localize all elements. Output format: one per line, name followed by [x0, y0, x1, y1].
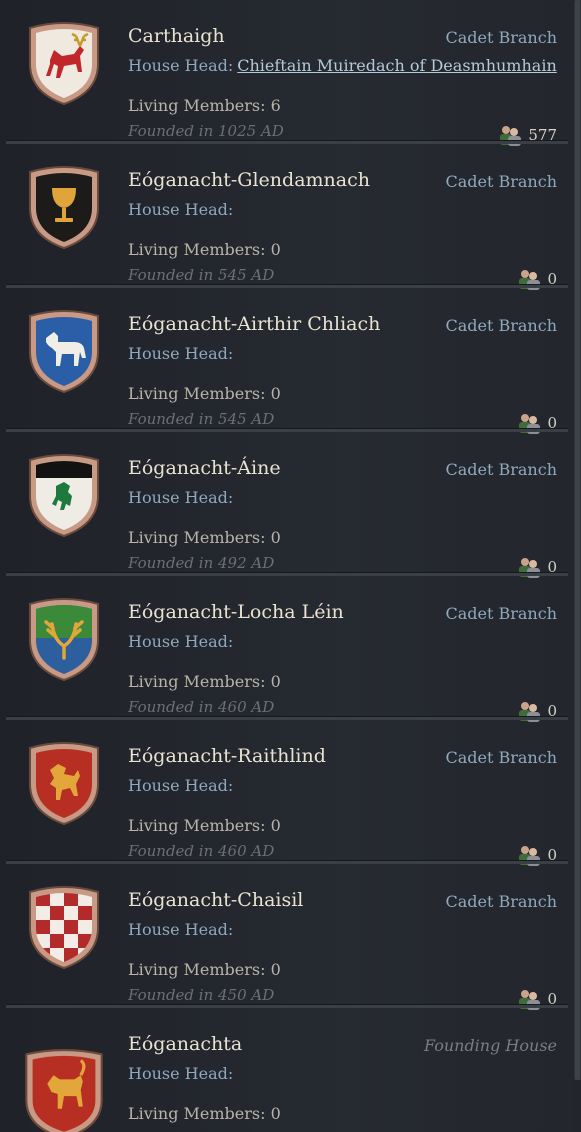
founded-date: Founded in 545 AD [128, 410, 275, 428]
house-type-label: Cadet Branch [445, 460, 557, 479]
house-head-row: House Head: [128, 488, 233, 507]
house-entry[interactable]: Carthaigh Cadet Branch House Head: Chieft… [0, 0, 574, 146]
gold-lion-coat-of-arms-icon[interactable] [24, 740, 104, 826]
living-members: Living Members: 0 [128, 384, 281, 403]
house-entry[interactable]: Eóganachta Founding House House Head: Li… [0, 1008, 574, 1132]
house-head-row: House Head: [128, 632, 233, 651]
horse-coat-of-arms-icon[interactable] [24, 308, 104, 394]
house-head-row: House Head: [128, 1064, 233, 1083]
checky-coat-of-arms-icon[interactable] [24, 884, 104, 970]
house-entry[interactable]: Eóganacht-Airthir Chliach Cadet Branch H… [0, 288, 574, 434]
founded-date: Founded in 545 AD [128, 266, 275, 284]
house-head-row: House Head: [128, 920, 233, 939]
house-type-label: Founding House [423, 1036, 557, 1055]
living-members: Living Members: 0 [128, 960, 281, 979]
house-head-row: House Head: Chieftain Muiredach of Deasmh… [128, 56, 557, 75]
house-name[interactable]: Eóganacht-Locha Léin [128, 601, 344, 623]
stag-coat-of-arms-icon[interactable] [24, 20, 104, 106]
green-lion-coat-of-arms-icon[interactable] [24, 452, 104, 538]
house-name[interactable]: Eóganacht-Glendamnach [128, 169, 370, 191]
house-type-label: Cadet Branch [445, 172, 557, 191]
founded-date: Founded in 492 AD [128, 554, 275, 572]
house-head-label: House Head: [128, 632, 234, 651]
house-list: Carthaigh Cadet Branch House Head: Chieft… [0, 0, 574, 1132]
scrollbar[interactable] [574, 0, 581, 1080]
founded-date: Founded in 460 AD [128, 842, 275, 860]
house-name[interactable]: Eóganacht-Chaisil [128, 889, 303, 911]
scrollbar-thumb[interactable] [575, 0, 580, 1080]
house-entry[interactable]: Eóganacht-Glendamnach Cadet Branch House… [0, 144, 574, 290]
living-members: Living Members: 0 [128, 240, 281, 259]
living-members: Living Members: 6 [128, 96, 281, 115]
house-type-label: Cadet Branch [445, 748, 557, 767]
house-name[interactable]: Eóganachta [128, 1033, 242, 1055]
founded-date: Founded in 450 AD [128, 986, 275, 1004]
house-head-link[interactable]: Chieftain Muiredach of Deasmhumhain [237, 56, 557, 75]
living-members: Living Members: 0 [128, 816, 281, 835]
founded-date: Founded in 460 AD [128, 698, 275, 716]
house-name[interactable]: Eóganacht-Áine [128, 457, 281, 479]
house-name[interactable]: Eóganacht-Raithlind [128, 745, 326, 767]
living-members: Living Members: 0 [128, 1104, 281, 1123]
house-head-label: House Head: [128, 200, 234, 219]
house-head-label: House Head: [128, 776, 234, 795]
house-head-row: House Head: [128, 776, 233, 795]
house-head-label: House Head: [128, 56, 234, 75]
house-head-label: House Head: [128, 488, 234, 507]
house-entry[interactable]: Eóganacht-Áine Cadet Branch House Head: … [0, 432, 574, 578]
living-members: Living Members: 0 [128, 528, 281, 547]
house-name[interactable]: Eóganacht-Airthir Chliach [128, 313, 380, 335]
house-name[interactable]: Carthaigh [128, 25, 225, 47]
house-head-row: House Head: [128, 200, 233, 219]
house-entry[interactable]: Eóganacht-Chaisil Cadet Branch House Hea… [0, 864, 574, 1010]
house-entry[interactable]: Eóganacht-Raithlind Cadet Branch House H… [0, 720, 574, 866]
house-type-label: Cadet Branch [445, 604, 557, 623]
house-head-row: House Head: [128, 344, 233, 363]
house-head-label: House Head: [128, 344, 234, 363]
living-members: Living Members: 0 [128, 672, 281, 691]
house-head-label: House Head: [128, 920, 234, 939]
goat-coat-of-arms-icon[interactable] [20, 1048, 108, 1132]
chalice-coat-of-arms-icon[interactable] [24, 164, 104, 250]
house-entry[interactable]: Eóganacht-Locha Léin Cadet Branch House … [0, 576, 574, 722]
antlers-coat-of-arms-icon[interactable] [24, 596, 104, 682]
house-type-label: Cadet Branch [445, 28, 557, 47]
founded-date: Founded in 1025 AD [128, 122, 284, 140]
house-type-label: Cadet Branch [445, 892, 557, 911]
house-type-label: Cadet Branch [445, 316, 557, 335]
house-head-label: House Head: [128, 1064, 234, 1083]
